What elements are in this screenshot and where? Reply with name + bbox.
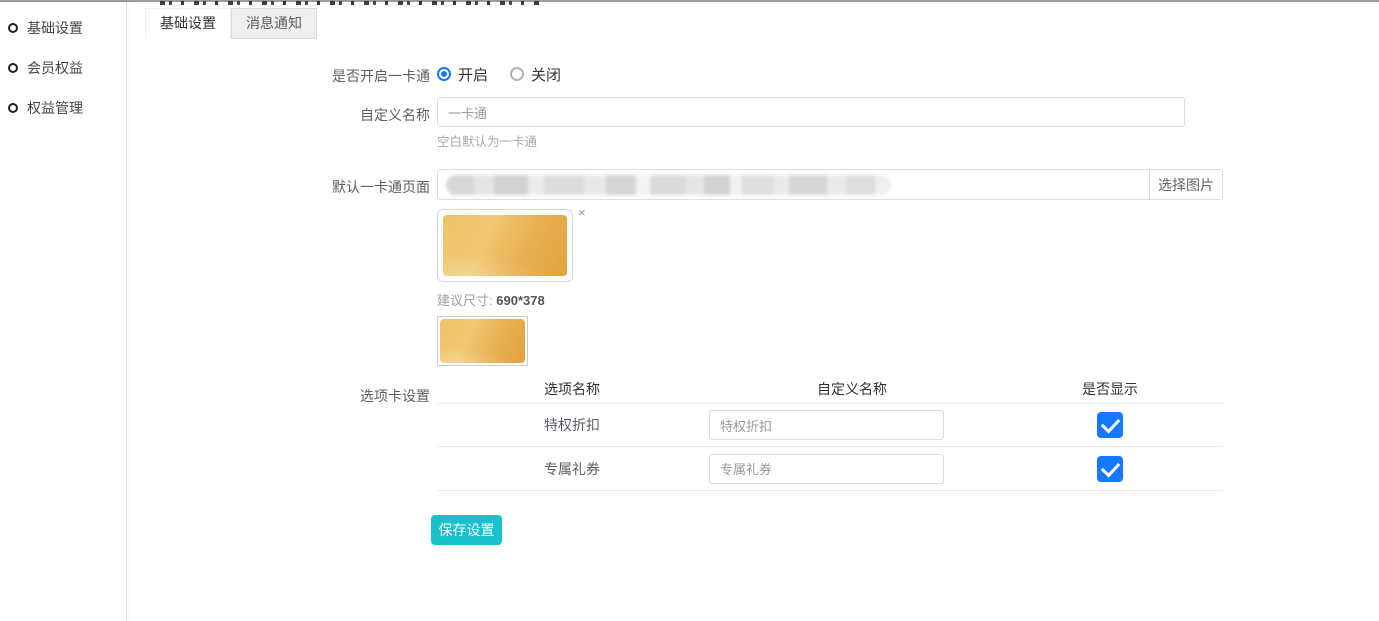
- column-header-custom-name: 自定义名称: [707, 379, 997, 399]
- select-image-button[interactable]: 选择图片: [1149, 170, 1222, 199]
- custom-name-input[interactable]: [437, 97, 1185, 127]
- size-hint-label: 建议尺寸:: [437, 293, 493, 308]
- remove-image-icon[interactable]: ×: [578, 206, 586, 219]
- option-name: 特权折扣: [437, 415, 707, 435]
- circle-icon: [8, 103, 18, 113]
- custom-name-hint: 空白默认为一卡通: [437, 131, 537, 150]
- onecard-thumbnail-image: [440, 319, 525, 363]
- radio-option-enable[interactable]: 开启: [437, 64, 488, 85]
- sidebar-item-label: 权益管理: [27, 98, 83, 118]
- radio-selected-icon: [437, 67, 451, 81]
- redacted-path: [446, 175, 891, 195]
- onecard-preview-image: [443, 215, 567, 276]
- visible-checkbox-row1[interactable]: [1097, 412, 1123, 438]
- enable-onecard-radio-group: 开启 关闭: [437, 63, 561, 85]
- table-row: 专属礼券: [437, 447, 1223, 491]
- table-header-row: 选项名称 自定义名称 是否显示: [437, 374, 1223, 404]
- custom-name-label: 自定义名称: [330, 105, 430, 125]
- tab-settings-table: 选项名称 自定义名称 是否显示 特权折扣 专属礼券: [437, 374, 1223, 491]
- size-hint: 建议尺寸: 690*378: [437, 290, 545, 309]
- sidebar-item-basic-settings[interactable]: 基础设置: [0, 8, 126, 48]
- column-header-visible: 是否显示: [997, 379, 1223, 399]
- column-header-option-name: 选项名称: [437, 379, 707, 399]
- radio-option-label: 开启: [458, 64, 488, 85]
- default-page-input-group: 选择图片: [437, 169, 1223, 200]
- image-preview-card: [437, 209, 573, 282]
- sidebar-item-label: 会员权益: [27, 58, 83, 78]
- default-page-label: 默认一卡通页面: [320, 177, 430, 197]
- size-hint-value: 690*378: [496, 293, 544, 308]
- save-settings-button[interactable]: 保存设置: [431, 515, 502, 545]
- tab-basic-settings[interactable]: 基础设置: [145, 8, 231, 39]
- default-page-path-input[interactable]: [438, 170, 1149, 199]
- sidebar: 基础设置 会员权益 权益管理: [0, 2, 127, 621]
- radio-option-label: 关闭: [531, 64, 561, 85]
- enable-onecard-label: 是否开启一卡通: [330, 66, 430, 86]
- clipped-text-artifact: [160, 1, 540, 5]
- tab-bar: 基础设置 消息通知: [145, 8, 317, 39]
- settings-page: 基础设置 会员权益 权益管理 基础设置 消息通知 是否开启一卡通 开启 关闭 自…: [0, 0, 1379, 621]
- table-row: 特权折扣: [437, 404, 1223, 447]
- custom-name-input-row2[interactable]: [709, 454, 944, 484]
- circle-icon: [8, 63, 18, 73]
- circle-icon: [8, 23, 18, 33]
- sidebar-item-benefit-management[interactable]: 权益管理: [0, 88, 126, 128]
- visible-checkbox-row2[interactable]: [1097, 456, 1123, 482]
- tab-settings-label: 选项卡设置: [330, 386, 430, 406]
- option-name: 专属礼券: [437, 459, 707, 479]
- sidebar-item-member-benefits[interactable]: 会员权益: [0, 48, 126, 88]
- radio-unselected-icon: [510, 67, 524, 81]
- sidebar-item-label: 基础设置: [27, 18, 83, 38]
- custom-name-input-row1[interactable]: [709, 410, 944, 440]
- image-thumbnail: [437, 316, 528, 366]
- radio-option-disable[interactable]: 关闭: [510, 64, 561, 85]
- tab-message-notification[interactable]: 消息通知: [231, 8, 317, 39]
